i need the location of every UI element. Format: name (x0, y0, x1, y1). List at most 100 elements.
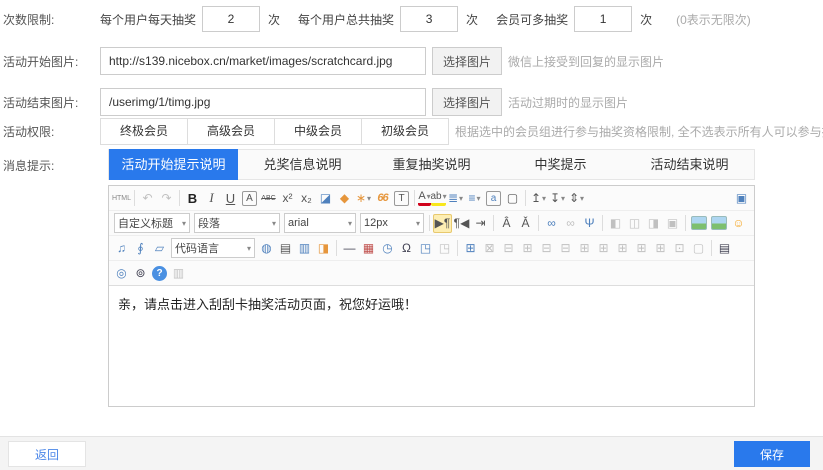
message-tabbar: 活动开始提示说明兑奖信息说明重复抽奖说明中奖提示活动结束说明 (108, 149, 755, 180)
subscript-icon[interactable]: x₂ (297, 189, 316, 208)
paste-as-text-icon[interactable]: T (394, 191, 409, 206)
end-image-input[interactable] (100, 88, 426, 116)
help-icon[interactable]: ? (152, 266, 167, 281)
fullscreen-icon[interactable]: ▣ (732, 189, 751, 208)
insert-table-icon[interactable]: ⊞ (461, 239, 480, 258)
anchor-icon[interactable]: Ψ (580, 214, 599, 233)
bold-icon[interactable]: B (183, 189, 202, 208)
message-tab[interactable]: 中奖提示 (496, 150, 625, 179)
footer-bar: 返回 保存 (0, 436, 823, 470)
blockquote-icon[interactable]: 66 (373, 189, 392, 208)
toolbar-separator (429, 215, 430, 231)
daily-draw-label: 每个用户每天抽奖 (100, 11, 196, 28)
columns-icon[interactable]: ▥ (295, 239, 314, 258)
ltr-direction-icon[interactable]: ▶¶ (433, 214, 452, 233)
member-level-button[interactable]: 中级会员 (274, 118, 362, 145)
custom-title-select[interactable]: 自定义标题▾ (114, 213, 190, 233)
merge-cells-icon: ⊞ (575, 239, 594, 258)
rtl-direction-icon[interactable]: ¶◀ (452, 214, 471, 233)
toolbar-separator (414, 190, 415, 206)
start-image-input[interactable] (100, 47, 426, 75)
attachment-icon[interactable]: ∮ (131, 239, 150, 258)
auto-typeset-icon[interactable]: ∗▾ (354, 189, 373, 208)
split-row-icon: ⊞ (651, 239, 670, 258)
new-page-icon[interactable]: ▢ (503, 189, 522, 208)
save-button[interactable]: 保存 (734, 441, 810, 467)
insert-image-icon[interactable] (691, 216, 707, 230)
insert-date-icon[interactable]: ▦ (359, 239, 378, 258)
member-extra-draw-label: 会员可多抽奖 (496, 11, 568, 28)
message-tab[interactable]: 重复抽奖说明 (367, 150, 496, 179)
message-tab[interactable]: 活动开始提示说明 (109, 149, 238, 180)
special-char-icon[interactable]: Ω (397, 239, 416, 258)
delete-table-icon: ⊠ (480, 239, 499, 258)
back-button[interactable]: 返回 (8, 441, 86, 467)
redo-icon: ↷ (157, 189, 176, 208)
graffiti-icon[interactable]: ◐ (748, 214, 754, 233)
split-cells-icon: ⊞ (632, 239, 651, 258)
unordered-list-icon[interactable]: ≡▾ (465, 189, 484, 208)
member-extra-draw-input[interactable] (574, 6, 632, 32)
paragraph-indent-icon[interactable]: ⇥ (471, 214, 490, 233)
toolbar-separator (457, 240, 458, 256)
total-draw-input[interactable] (400, 6, 458, 32)
online-image-icon[interactable] (711, 216, 727, 230)
to-lowercase-icon[interactable]: Ǎ (516, 214, 535, 233)
font-color-icon[interactable]: A▾ (418, 190, 431, 206)
preview-icon[interactable]: ◎ (112, 264, 131, 283)
merge-right-icon: ⊞ (594, 239, 613, 258)
space-below-paragraph-icon[interactable]: ↧▾ (548, 189, 567, 208)
underline-icon[interactable]: U (221, 189, 240, 208)
anchor-link-icon[interactable]: a (486, 191, 501, 206)
font-size-select[interactable]: 12px▾ (360, 213, 424, 233)
superscript-icon[interactable]: x² (278, 189, 297, 208)
emoji-icon[interactable]: ☺ (729, 214, 748, 233)
insert-link-icon[interactable]: ∞ (542, 214, 561, 233)
image-align-right-icon: ◨ (644, 214, 663, 233)
member-level-button[interactable]: 高级会员 (187, 118, 275, 145)
message-tab[interactable]: 兑奖信息说明 (238, 150, 367, 179)
daily-draw-input[interactable] (202, 6, 260, 32)
ordered-list-icon[interactable]: ≣▾ (446, 189, 465, 208)
image-block-icon: ▣ (663, 214, 682, 233)
code-language-select[interactable]: 代码语言▾ (171, 238, 255, 258)
strikethrough-icon[interactable]: ABC (259, 189, 278, 208)
editor-content-text: 亲，请点击进入刮刮卡抽奖活动页面，祝您好运哦！ (118, 294, 745, 313)
image-align-left-icon: ◧ (606, 214, 625, 233)
line-height-icon[interactable]: ⇕▾ (567, 189, 586, 208)
eraser-icon[interactable]: ◪ (316, 189, 335, 208)
insert-time-icon[interactable]: ◷ (378, 239, 397, 258)
end-image-pick-button[interactable]: 选择图片 (432, 88, 502, 116)
paragraph-select[interactable]: 段落▾ (194, 213, 280, 233)
view-source-icon[interactable]: HTML (112, 189, 131, 208)
undo-icon: ↶ (138, 189, 157, 208)
toolbar-separator (179, 190, 180, 206)
find-replace-icon[interactable]: ⊚ (131, 264, 150, 283)
insert-music-icon[interactable]: ♫ (112, 239, 131, 258)
limits-hint: (0表示无限次) (676, 11, 751, 28)
print-icon[interactable]: ▤ (715, 239, 734, 258)
print-layout-icon[interactable]: ▤ (276, 239, 295, 258)
highlight-color-icon[interactable]: ab▾ (431, 190, 446, 206)
member-level-button[interactable]: 初级会员 (361, 118, 449, 145)
rich-text-editor: HTML ↶↷ BIUAABCx²x₂◪◆∗▾66T A▾ab▾≣▾≡▾a▢ ↥▾↧▾⇕… (108, 185, 755, 407)
paste-icon: ▥ (169, 264, 188, 283)
font-family-select[interactable]: arial▾ (284, 213, 356, 233)
start-image-pick-button[interactable]: 选择图片 (432, 47, 502, 75)
insert-map-icon[interactable]: ◳ (416, 239, 435, 258)
to-uppercase-icon[interactable]: Â (497, 214, 516, 233)
permission-label: 活动权限: (0, 123, 100, 140)
format-brush-icon[interactable]: ◆ (335, 189, 354, 208)
end-image-row: 活动结束图片: 选择图片 活动过期时的显示图片 (0, 87, 823, 117)
baidu-map-icon: ◳ (435, 239, 454, 258)
font-border-icon[interactable]: A (242, 191, 257, 206)
horizontal-rule-icon[interactable]: — (340, 239, 359, 258)
baidu-app-icon[interactable]: ◍ (257, 239, 276, 258)
insert-template-icon[interactable]: ▱ (150, 239, 169, 258)
italic-icon[interactable]: I (202, 189, 221, 208)
member-level-button[interactable]: 终极会员 (100, 118, 188, 145)
editor-content-area[interactable]: 亲，请点击进入刮刮卡抽奖活动页面，祝您好运哦！ (109, 286, 754, 406)
space-above-paragraph-icon[interactable]: ↥▾ (529, 189, 548, 208)
message-tab[interactable]: 活动结束说明 (625, 150, 754, 179)
screenshot-icon[interactable]: ◨ (314, 239, 333, 258)
